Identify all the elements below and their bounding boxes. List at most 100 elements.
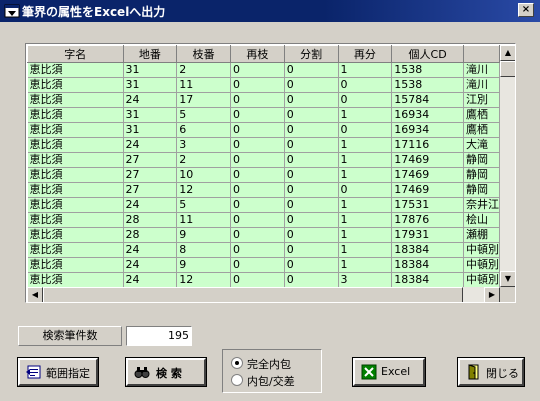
cell-chiban[interactable]: 24 [123,242,178,258]
cell-bunkatsu[interactable]: 0 [284,197,339,213]
cell-saieda[interactable]: 0 [230,77,285,93]
cell-edaban[interactable]: 9 [176,227,231,243]
cell-address[interactable]: 中頓別 [463,242,500,258]
cell-address[interactable]: 桧山 [463,212,500,228]
cell-saibun[interactable]: 0 [338,122,393,138]
scroll-down-icon[interactable]: ▼ [500,271,515,287]
radio-unselected-icon[interactable] [231,374,243,386]
table-row[interactable]: 恵比須 24 5 0 0 1 17531 奈井江 [27,197,500,213]
cell-kojin-cd[interactable]: 17931 [391,227,464,243]
cell-aza[interactable]: 恵比須 [27,182,124,198]
horizontal-scroll-thumb[interactable] [43,287,463,302]
cell-saieda[interactable]: 0 [230,62,285,78]
cell-kojin-cd[interactable]: 17531 [391,197,464,213]
cell-saibun[interactable]: 1 [338,227,393,243]
table-row[interactable]: 恵比須 27 10 0 0 1 17469 静岡 [27,167,500,183]
column-header-edaban[interactable]: 枝番 [176,45,231,63]
cell-chiban[interactable]: 24 [123,92,178,108]
scroll-left-icon[interactable]: ◀ [27,287,43,302]
vertical-scrollbar[interactable]: ▲ ▼ [500,45,515,287]
table-row[interactable]: 恵比須 24 17 0 0 0 15784 江別 [27,92,500,108]
cell-bunkatsu[interactable]: 0 [284,107,339,123]
radio-selected-icon[interactable] [231,357,243,369]
cell-saibun[interactable]: 0 [338,182,393,198]
cell-aza[interactable]: 恵比須 [27,77,124,93]
table-row[interactable]: 恵比須 31 11 0 0 0 1538 滝川 [27,77,500,93]
cell-chiban[interactable]: 27 [123,152,178,168]
parcel-grid[interactable]: 字名 地番 枝番 再枝 分割 再分 個人CD 恵比須 31 2 0 0 1 1538 滝川 恵比… [25,43,516,303]
scroll-right-icon[interactable]: ▶ [484,287,500,302]
cell-saieda[interactable]: 0 [230,152,285,168]
table-row[interactable]: 恵比須 31 5 0 0 1 16934 鷹栖 [27,107,500,123]
cell-kojin-cd[interactable]: 16934 [391,122,464,138]
cell-saieda[interactable]: 0 [230,122,285,138]
cell-address[interactable]: 瀬棚 [463,227,500,243]
vertical-scroll-thumb[interactable] [500,61,515,77]
cell-saibun[interactable]: 3 [338,272,393,287]
cell-bunkatsu[interactable]: 0 [284,242,339,258]
cell-bunkatsu[interactable]: 0 [284,92,339,108]
cell-edaban[interactable]: 2 [176,152,231,168]
cell-kojin-cd[interactable]: 17469 [391,152,464,168]
cell-saibun[interactable]: 1 [338,137,393,153]
cell-aza[interactable]: 恵比須 [27,137,124,153]
cell-chiban[interactable]: 31 [123,77,178,93]
table-row[interactable]: 恵比須 27 12 0 0 0 17469 静岡 [27,182,500,198]
cell-edaban[interactable]: 9 [176,257,231,273]
cell-kojin-cd[interactable]: 17469 [391,182,464,198]
cell-saieda[interactable]: 0 [230,167,285,183]
cell-saieda[interactable]: 0 [230,92,285,108]
cell-aza[interactable]: 恵比須 [27,227,124,243]
cell-saieda[interactable]: 0 [230,242,285,258]
cell-chiban[interactable]: 24 [123,197,178,213]
horizontal-scrollbar[interactable]: ◀ ▶ [27,287,500,302]
cell-kojin-cd[interactable]: 18384 [391,242,464,258]
cell-saibun[interactable]: 1 [338,107,393,123]
cell-aza[interactable]: 恵比須 [27,212,124,228]
cell-edaban[interactable]: 11 [176,77,231,93]
cell-bunkatsu[interactable]: 0 [284,182,339,198]
table-row[interactable]: 恵比須 27 2 0 0 1 17469 静岡 [27,152,500,168]
cell-saibun[interactable]: 1 [338,242,393,258]
cell-edaban[interactable]: 12 [176,272,231,287]
cell-edaban[interactable]: 3 [176,137,231,153]
cell-saibun[interactable]: 1 [338,212,393,228]
table-row[interactable]: 恵比須 24 12 0 0 3 18384 中頓別 [27,272,500,287]
column-header-bunkatsu[interactable]: 分割 [283,45,339,63]
cell-saieda[interactable]: 0 [230,227,285,243]
table-row[interactable]: 恵比須 28 11 0 0 1 17876 桧山 [27,212,500,228]
cell-chiban[interactable]: 31 [123,122,178,138]
cell-address[interactable]: 奈井江 [463,197,500,213]
cell-kojin-cd[interactable]: 17469 [391,167,464,183]
cell-saibun[interactable]: 1 [338,197,393,213]
cell-edaban[interactable]: 8 [176,242,231,258]
cell-saieda[interactable]: 0 [230,257,285,273]
column-header-aza[interactable]: 字名 [27,45,124,63]
cell-aza[interactable]: 恵比須 [27,242,124,258]
cell-address[interactable]: 静岡 [463,152,500,168]
cell-kojin-cd[interactable]: 1538 [391,62,464,78]
table-row[interactable]: 恵比須 31 6 0 0 0 16934 鷹栖 [27,122,500,138]
range-select-button[interactable]: 範囲指定 [18,358,98,386]
cell-edaban[interactable]: 17 [176,92,231,108]
cell-address[interactable]: 中頓別 [463,272,500,287]
cell-chiban[interactable]: 24 [123,272,178,287]
search-button[interactable]: 検 索 [126,358,206,386]
table-row[interactable]: 恵比須 28 9 0 0 1 17931 瀬棚 [27,227,500,243]
cell-bunkatsu[interactable]: 0 [284,122,339,138]
cell-saieda[interactable]: 0 [230,107,285,123]
cell-edaban[interactable]: 10 [176,167,231,183]
cell-aza[interactable]: 恵比須 [27,272,124,287]
cell-edaban[interactable]: 12 [176,182,231,198]
cell-address[interactable]: 中頓別 [463,257,500,273]
cell-chiban[interactable]: 24 [123,137,178,153]
cell-address[interactable]: 静岡 [463,167,500,183]
cell-address[interactable]: 大滝 [463,137,500,153]
cell-saibun[interactable]: 0 [338,92,393,108]
cell-address[interactable]: 滝川 [463,62,500,78]
cell-chiban[interactable]: 31 [123,107,178,123]
cell-saieda[interactable]: 0 [230,272,285,287]
excel-export-button[interactable]: Excel [353,358,425,386]
cell-address[interactable]: 滝川 [463,77,500,93]
cell-bunkatsu[interactable]: 0 [284,137,339,153]
